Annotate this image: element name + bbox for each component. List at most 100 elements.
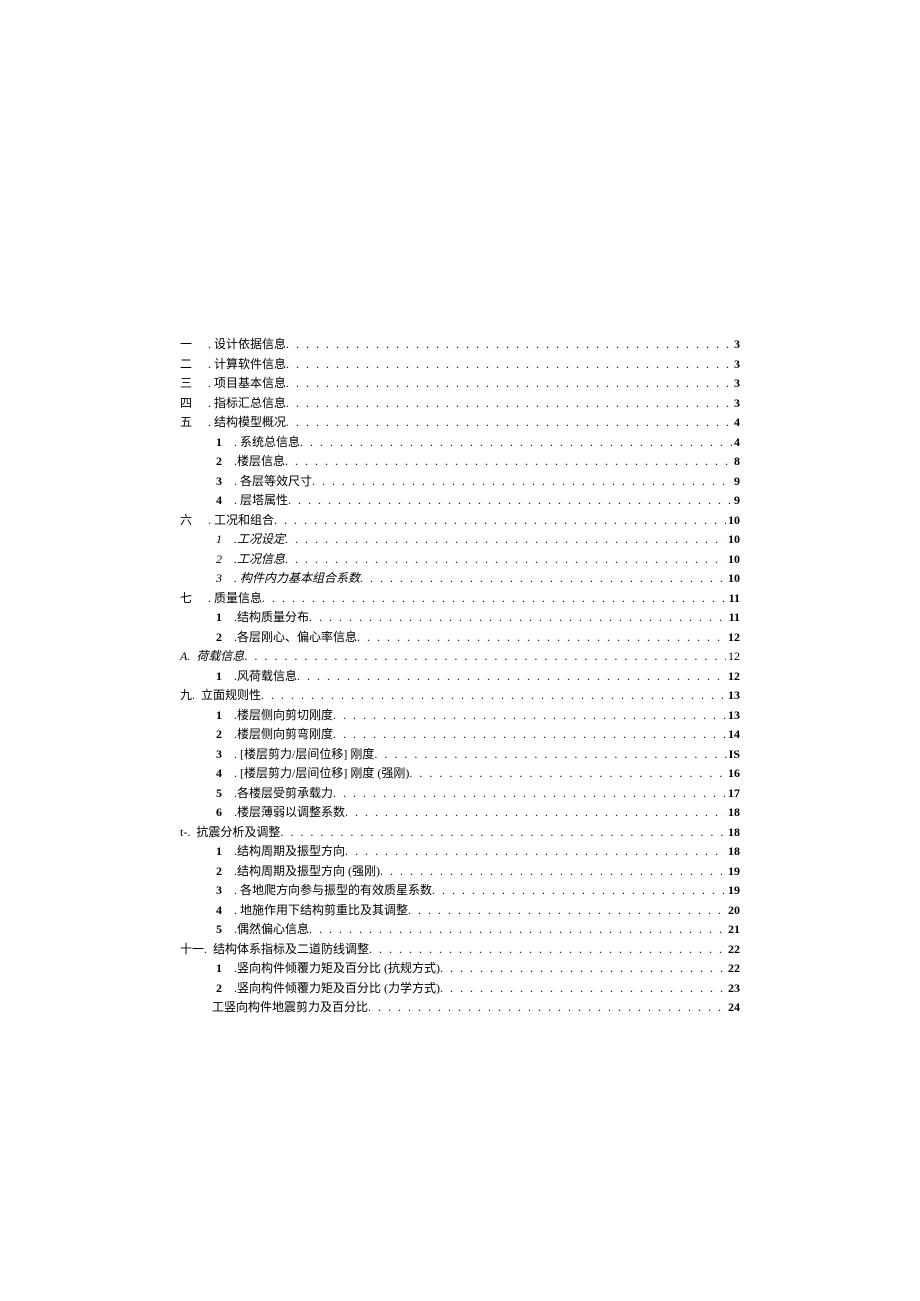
toc-entry: 1.楼层侧向剪切刚度. . . . . . . . . . . . . . . …	[180, 706, 740, 726]
toc-label: . 结构模型概况	[204, 413, 286, 433]
toc-marker: 四	[180, 394, 204, 414]
toc-leader-dots: . . . . . . . . . . . . . . . . . . . . …	[357, 628, 726, 648]
toc-page-number: 23	[726, 979, 740, 999]
toc-entry: 2.工况信息. . . . . . . . . . . . . . . . . …	[180, 550, 740, 570]
toc-marker: 4	[208, 764, 230, 784]
toc-entry: 六. 工况和组合. . . . . . . . . . . . . . . . …	[180, 511, 740, 531]
toc-label: .楼层侧向剪切刚度	[230, 706, 333, 726]
toc-entry: 五. 结构模型概况. . . . . . . . . . . . . . . .…	[180, 413, 740, 433]
toc-label: . 系统总信息	[230, 433, 300, 453]
toc-entry: 2.竖向构件倾覆力矩及百分比 (力学方式). . . . . . . . . .…	[180, 979, 740, 999]
toc-marker: 3	[208, 881, 230, 901]
toc-entry: 4. 地施作用下结构剪重比及其调整. . . . . . . . . . . .…	[180, 901, 740, 921]
toc-marker: 3	[208, 569, 230, 589]
toc-leader-dots: . . . . . . . . . . . . . . . . . . . . …	[440, 959, 726, 979]
toc-page-number: 9	[732, 472, 740, 492]
toc-marker: 1	[208, 608, 230, 628]
toc-marker: 1	[208, 667, 230, 687]
toc-leader-dots: . . . . . . . . . . . . . . . . . . . . …	[409, 764, 726, 784]
toc-leader-dots: . . . . . . . . . . . . . . . . . . . . …	[380, 862, 726, 882]
toc-leader-dots: . . . . . . . . . . . . . . . . . . . . …	[312, 472, 732, 492]
toc-marker: 4	[208, 901, 230, 921]
toc-label: .各楼层受剪承载力	[230, 784, 333, 804]
toc-page-number: 10	[726, 511, 740, 531]
toc-leader-dots: . . . . . . . . . . . . . . . . . . . . …	[285, 452, 732, 472]
toc-entry: 四. 指标汇总信息. . . . . . . . . . . . . . . .…	[180, 394, 740, 414]
toc-label: .风荷载信息	[230, 667, 297, 687]
toc-label: 结构体系指标及二道防线调整	[209, 940, 369, 960]
toc-page-number: 10	[726, 569, 740, 589]
toc-marker: 2	[208, 979, 230, 999]
toc-page-number: 14	[726, 725, 740, 745]
toc-label: . 层塔属性	[230, 491, 288, 511]
toc-marker: 三	[180, 374, 204, 394]
toc-entry: 十一.结构体系指标及二道防线调整. . . . . . . . . . . . …	[180, 940, 740, 960]
toc-page-number: 11	[727, 608, 740, 628]
toc-leader-dots: . . . . . . . . . . . . . . . . . . . . …	[309, 920, 726, 940]
toc-entry: 1.结构质量分布. . . . . . . . . . . . . . . . …	[180, 608, 740, 628]
toc-page-number: 18	[726, 803, 740, 823]
toc-leader-dots: . . . . . . . . . . . . . . . . . . . . …	[333, 784, 726, 804]
table-of-contents: 一. 设计依据信息. . . . . . . . . . . . . . . .…	[180, 335, 740, 1018]
toc-marker: 1	[208, 433, 230, 453]
toc-label: .楼层侧向剪弯刚度	[230, 725, 333, 745]
toc-label: . 构件内力基本组合系数	[230, 569, 360, 589]
toc-label: .楼层信息	[230, 452, 285, 472]
toc-entry: 4. [楼层剪力/层间位移] 刚度 (强刚). . . . . . . . . …	[180, 764, 740, 784]
toc-leader-dots: . . . . . . . . . . . . . . . . . . . . …	[297, 667, 726, 687]
toc-leader-dots: . . . . . . . . . . . . . . . . . . . . …	[345, 842, 726, 862]
toc-marker: 1	[208, 959, 230, 979]
toc-marker: 五	[180, 413, 204, 433]
toc-label: . [楼层剪力/层间位移] 刚度 (强刚)	[230, 764, 409, 784]
toc-entry: 2.结构周期及振型方向 (强刚). . . . . . . . . . . . …	[180, 862, 740, 882]
toc-entry: 三. 项目基本信息. . . . . . . . . . . . . . . .…	[180, 374, 740, 394]
toc-marker: 十一.	[180, 940, 209, 960]
toc-entry: 3. 各地爬方向参与振型的有效质星系数. . . . . . . . . . .…	[180, 881, 740, 901]
toc-page-number: 8	[732, 452, 740, 472]
toc-label: .工况设定	[230, 530, 285, 550]
toc-leader-dots: . . . . . . . . . . . . . . . . . . . . …	[368, 998, 726, 1018]
toc-entry: 3. 各层等效尺寸. . . . . . . . . . . . . . . .…	[180, 472, 740, 492]
toc-marker: 1	[208, 842, 230, 862]
toc-page-number: 21	[726, 920, 740, 940]
toc-leader-dots: . . . . . . . . . . . . . . . . . . . . …	[244, 647, 726, 667]
toc-label: .竖向构件倾覆力矩及百分比 (抗规方式)	[230, 959, 440, 979]
toc-page-number: IS	[727, 745, 740, 765]
toc-leader-dots: . . . . . . . . . . . . . . . . . . . . …	[300, 433, 732, 453]
toc-label: 立面规则性	[197, 686, 261, 706]
toc-entry: 1.风荷载信息. . . . . . . . . . . . . . . . .…	[180, 667, 740, 687]
toc-label: . 质量信息	[204, 589, 262, 609]
toc-label: . 各地爬方向参与振型的有效质星系数	[230, 881, 432, 901]
toc-marker: 4	[208, 491, 230, 511]
toc-entry: 6.楼层薄弱以调整系数. . . . . . . . . . . . . . .…	[180, 803, 740, 823]
toc-page-number: 4	[732, 433, 740, 453]
toc-marker: 1	[208, 530, 230, 550]
toc-leader-dots: . . . . . . . . . . . . . . . . . . . . …	[286, 413, 732, 433]
toc-entry: 3. [楼层剪力/层间位移] 刚度. . . . . . . . . . . .…	[180, 745, 740, 765]
toc-leader-dots: . . . . . . . . . . . . . . . . . . . . …	[374, 745, 726, 765]
toc-leader-dots: . . . . . . . . . . . . . . . . . . . . …	[408, 901, 726, 921]
toc-page-number: 22	[726, 940, 740, 960]
toc-leader-dots: . . . . . . . . . . . . . . . . . . . . …	[286, 374, 732, 394]
toc-leader-dots: . . . . . . . . . . . . . . . . . . . . …	[285, 530, 726, 550]
toc-marker: 2	[208, 550, 230, 570]
toc-label: . 设计依据信息	[204, 335, 286, 355]
toc-page-number: 3	[732, 355, 740, 375]
toc-marker: 二	[180, 355, 204, 375]
page: 一. 设计依据信息. . . . . . . . . . . . . . . .…	[0, 0, 920, 1301]
toc-marker: t-.	[180, 823, 192, 843]
toc-leader-dots: . . . . . . . . . . . . . . . . . . . . …	[369, 940, 726, 960]
toc-marker: 一	[180, 335, 204, 355]
toc-label: . 地施作用下结构剪重比及其调整	[230, 901, 408, 921]
toc-leader-dots: . . . . . . . . . . . . . . . . . . . . …	[440, 979, 726, 999]
toc-entry: A.荷载信息. . . . . . . . . . . . . . . . . …	[180, 647, 740, 667]
toc-marker: 2	[208, 862, 230, 882]
toc-page-number: 20	[726, 901, 740, 921]
toc-page-number: 4	[732, 413, 740, 433]
toc-entry: 5.偶然偏心信息. . . . . . . . . . . . . . . . …	[180, 920, 740, 940]
toc-label: .偶然偏心信息	[230, 920, 309, 940]
toc-label: .各层刚心、偏心率信息	[230, 628, 357, 648]
toc-entry: 5.各楼层受剪承载力. . . . . . . . . . . . . . . …	[180, 784, 740, 804]
toc-entry: 七. 质量信息. . . . . . . . . . . . . . . . .…	[180, 589, 740, 609]
toc-entry: 1.工况设定. . . . . . . . . . . . . . . . . …	[180, 530, 740, 550]
